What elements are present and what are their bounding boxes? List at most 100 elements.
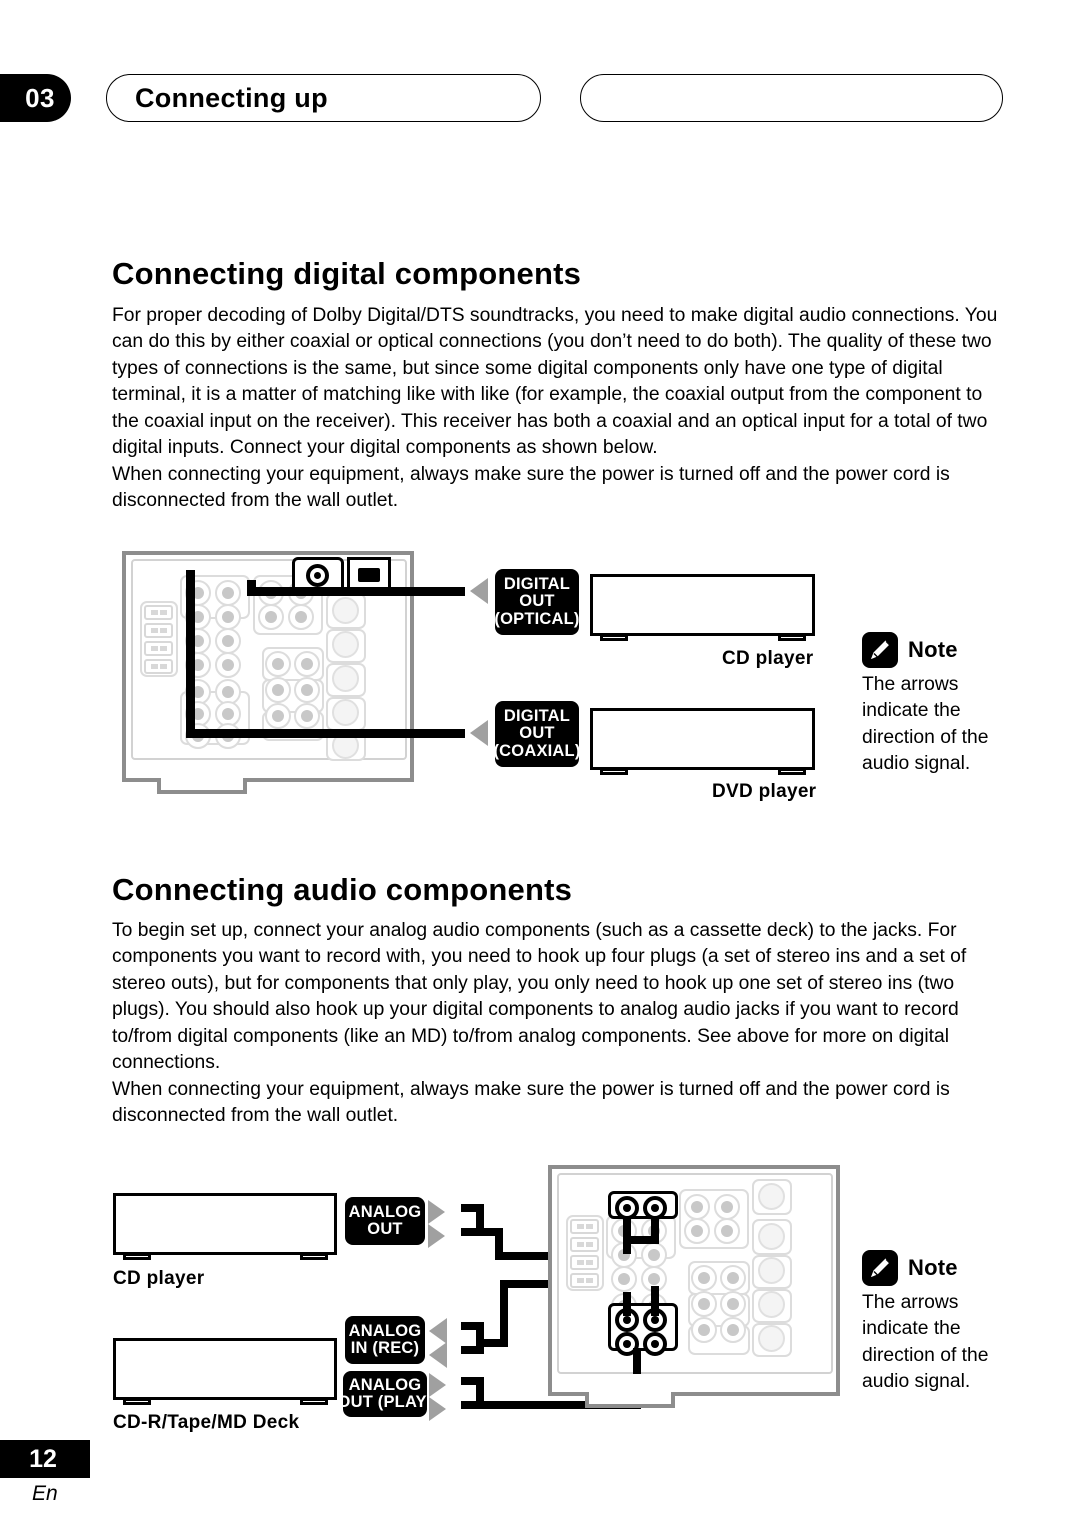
tag-analog-out-play: ANALOG OUT (PLAY) [338,1371,432,1417]
rca-jack-group [688,1261,750,1295]
tape-play-jack-l [615,1332,639,1356]
cd-in-join [623,1236,659,1244]
svideo-jack-group [752,1219,792,1255]
rca-jack [294,677,320,703]
tape-play-jack-r [643,1332,667,1356]
dvd-player-unit-digital [590,708,815,770]
rec-stub-r [651,1286,659,1316]
tag-line: OUT [367,1220,403,1238]
tag-line: IN (REC) [350,1339,420,1357]
rca-jack-group [262,711,324,741]
speaker-terminal [570,1219,599,1234]
svideo-jack-group [326,697,366,731]
rca-jack-group [262,647,324,681]
cd-in-jack-r [643,1196,667,1220]
note-text-audio: The arrows indicate the direction of the… [862,1292,989,1393]
svideo-jack-group [326,593,366,629]
signal-arrow-analog-out-l [428,1200,445,1224]
rec-stub-l [623,1292,631,1316]
svideo-jack [758,1325,785,1352]
cd-in-stub-r [651,1216,659,1238]
section-audio-paragraph-1: To begin set up, connect your analog aud… [112,920,967,1074]
receiver-rear-panel-audio [548,1165,840,1396]
cd-analog-in-box [608,1191,678,1219]
tag-line: (COAXIAL) [493,741,581,760]
cd-player-unit-digital [590,574,815,636]
tag-digital-out-coaxial: DIGITAL OUT (COAXIAL) [493,701,581,767]
header-pill-right [580,74,1003,122]
rca-jack [185,580,211,606]
cable-rec-mid [479,1339,507,1347]
section-digital-paragraph-2: When connecting your equipment, always m… [112,464,950,512]
svideo-jack [332,732,359,759]
receiver-inner-outline [557,1173,833,1374]
svideo-jack-group [326,629,366,663]
receiver-pedestal [585,1392,675,1408]
cable-rec-run [500,1280,630,1288]
speaker-terminal [570,1255,599,1270]
speaker-terminal [144,659,173,674]
speaker-terminal-group [566,1215,604,1291]
rca-jack [215,580,241,606]
cable-play-rise [633,1362,641,1409]
cable-rec-drop [500,1280,508,1347]
note-title-digital: Note [908,637,958,662]
signal-arrow-analog-in-l [429,1318,447,1344]
tag-analog-in-rec: ANALOG IN (REC) [345,1316,425,1364]
rca-jack [714,1218,740,1244]
signal-arrow-analog-play-l [429,1373,446,1397]
cd-player-foot [600,634,628,641]
section-heading-digital: Connecting digital components [112,256,582,291]
play-stub [633,1348,641,1374]
section-audio-paragraph-2: When connecting your equipment, always m… [112,1079,950,1127]
page-language-label: En [32,1482,58,1505]
note-header: Note [862,632,1012,668]
cd-player-foot [300,1253,328,1260]
speaker-terminal [570,1237,599,1252]
signal-arrow-analog-out-r [428,1224,445,1248]
rca-jack [720,1265,746,1291]
signal-arrow-coaxial [470,720,488,746]
rca-jack-group [253,575,323,635]
cable-out-drop [495,1228,503,1260]
tag-line: OUT [519,592,555,611]
cdr-deck-foot [123,1398,151,1405]
cable-play-top-stub [461,1377,483,1385]
digital-optical-in-port-box [347,557,391,593]
rca-jack [215,604,241,630]
chapter-number-badge: 03 [0,74,71,122]
cable-out-top-stub [461,1204,483,1212]
rca-jack [288,604,314,630]
diagram-audio-connections: CD player CD-R/Tape/MD Deck ANALOG OUT A… [0,0,1080,1529]
section-digital-paragraph-1: For proper decoding of Dolby Digital/DTS… [112,305,998,459]
svideo-jack [332,597,359,624]
dvd-player-label-digital: DVD player [712,781,817,802]
rca-jack [611,1266,637,1292]
tag-line: DIGITAL [503,575,571,594]
section-heading-audio: Connecting audio components [112,872,573,907]
rca-jack [288,580,314,606]
rca-jack [691,1291,717,1317]
signal-arrow-analog-in-r [429,1342,447,1368]
rca-jack [684,1218,710,1244]
rca-jack [611,1293,637,1319]
rca-jack [258,580,284,606]
rca-jack [215,679,241,705]
dvd-player-foot [600,768,628,775]
svideo-jack [758,1223,785,1250]
pencil-icon [862,1250,898,1286]
svideo-jack-group [326,663,366,697]
cable-play-bot-stub [461,1401,483,1409]
cd-player-label-audio: CD player [113,1268,205,1289]
rca-jack [185,652,211,678]
rca-jack [185,604,211,630]
tag-line: ANALOG [348,1321,422,1340]
cable-out-run [495,1252,620,1260]
tag-line: OUT (PLAY) [337,1393,433,1411]
page-number-badge: 12 [0,1440,90,1478]
rca-jack [215,628,241,654]
coaxial-cable-vertical [186,570,195,738]
svideo-jack-group [752,1255,792,1289]
speaker-terminal [144,605,173,620]
cd-player-label-digital: CD player [722,648,814,669]
